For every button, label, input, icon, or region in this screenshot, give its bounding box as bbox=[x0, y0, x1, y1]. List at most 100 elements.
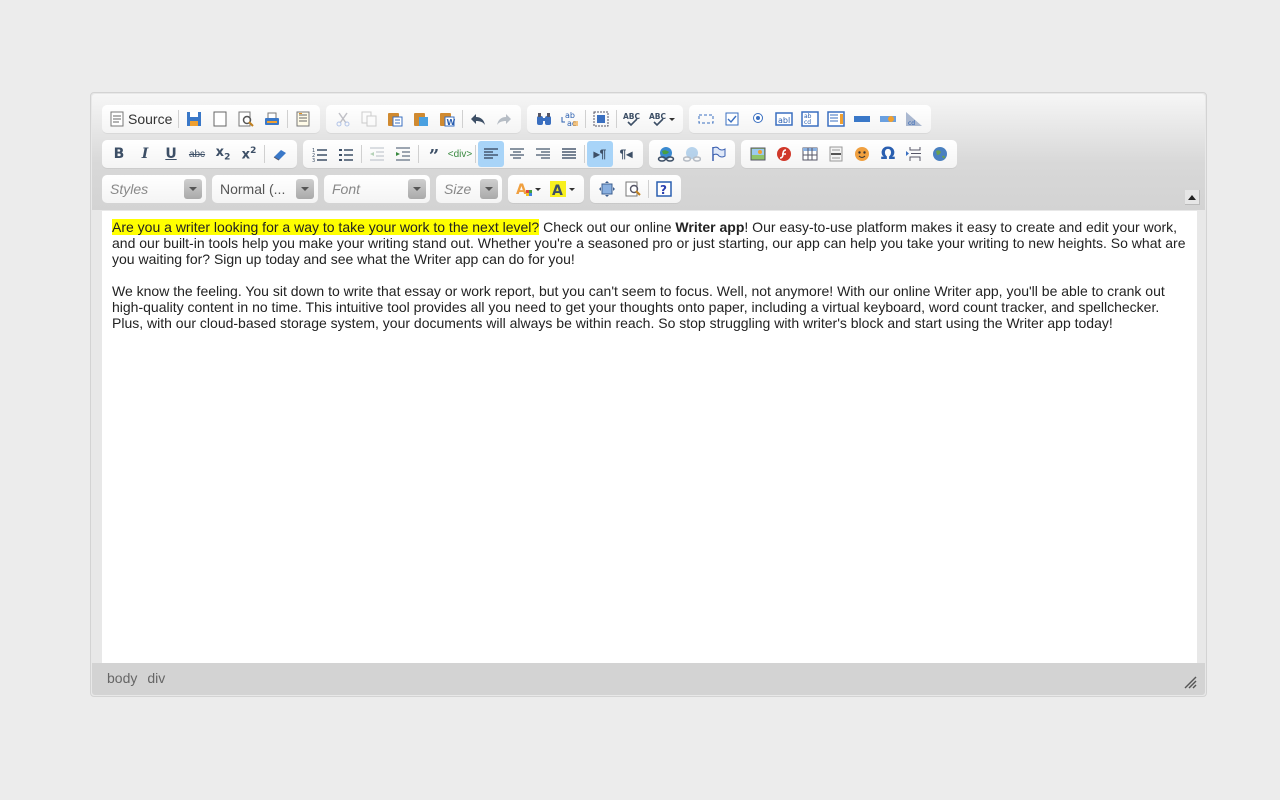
paste-text-icon bbox=[413, 111, 429, 127]
select-all-button[interactable] bbox=[588, 106, 614, 132]
spellcheck-auto-icon: ABC bbox=[649, 111, 676, 127]
link-button[interactable] bbox=[653, 141, 679, 167]
checkbox-button[interactable] bbox=[719, 106, 745, 132]
text-field-button[interactable]: abl bbox=[771, 106, 797, 132]
horizontal-line-button[interactable] bbox=[823, 141, 849, 167]
collapse-toolbar-button[interactable] bbox=[1185, 190, 1200, 205]
editor-content[interactable]: Are you a writer looking for a way to ta… bbox=[102, 211, 1197, 663]
hidden-field-icon: cd bbox=[905, 111, 923, 127]
select-button[interactable] bbox=[823, 106, 849, 132]
omega-icon: Ω bbox=[880, 144, 896, 164]
new-page-icon bbox=[213, 111, 227, 127]
anchor-button[interactable] bbox=[705, 141, 731, 167]
maximize-button[interactable] bbox=[594, 176, 620, 202]
replace-button[interactable]: ab ac bbox=[557, 106, 583, 132]
cut-button[interactable] bbox=[330, 106, 356, 132]
separator bbox=[584, 145, 585, 163]
underline-button[interactable]: U bbox=[158, 141, 184, 167]
align-left-icon bbox=[483, 146, 499, 162]
justify-icon bbox=[561, 146, 577, 162]
smiley-button[interactable] bbox=[849, 141, 875, 167]
numbered-list-button[interactable]: 123 bbox=[307, 141, 333, 167]
path-item-body[interactable]: body bbox=[107, 670, 137, 686]
save-button[interactable] bbox=[181, 106, 207, 132]
paste-button[interactable] bbox=[382, 106, 408, 132]
text-color-button[interactable]: A bbox=[512, 176, 546, 202]
text-direction-rtl-button[interactable]: ¶◂ bbox=[613, 141, 639, 167]
bulleted-list-button[interactable] bbox=[333, 141, 359, 167]
resize-handle[interactable] bbox=[1183, 675, 1197, 689]
form-button[interactable] bbox=[693, 106, 719, 132]
templates-button[interactable] bbox=[290, 106, 316, 132]
text: Check out our online bbox=[539, 219, 676, 235]
textarea-button[interactable]: ab cd bbox=[797, 106, 823, 132]
superscript-icon: x2 bbox=[241, 145, 257, 163]
strike-button[interactable]: abc bbox=[184, 141, 210, 167]
text-direction-ltr-button[interactable]: ▸¶ bbox=[587, 141, 613, 167]
copy-icon bbox=[361, 111, 377, 127]
outdent-button[interactable] bbox=[364, 141, 390, 167]
font-dropdown[interactable]: Font bbox=[324, 175, 430, 203]
new-page-button[interactable] bbox=[207, 106, 233, 132]
bold-button[interactable]: B bbox=[106, 141, 132, 167]
radio-button[interactable] bbox=[745, 106, 771, 132]
table-button[interactable] bbox=[797, 141, 823, 167]
image-button[interactable] bbox=[745, 141, 771, 167]
toolbar-group-colors: A A bbox=[508, 175, 584, 203]
remove-format-button[interactable] bbox=[267, 141, 293, 167]
subscript-icon: x2 bbox=[215, 145, 231, 163]
undo-button[interactable] bbox=[465, 106, 491, 132]
separator bbox=[287, 110, 289, 128]
button-button[interactable] bbox=[849, 106, 875, 132]
align-right-button[interactable] bbox=[530, 141, 556, 167]
align-center-button[interactable] bbox=[504, 141, 530, 167]
styles-dropdown[interactable]: Styles bbox=[102, 175, 206, 203]
separator bbox=[462, 110, 464, 128]
italic-button[interactable]: I bbox=[132, 141, 158, 167]
print-button[interactable] bbox=[259, 106, 285, 132]
toolbar-row-1: Source W ab ac ABC ABC abl ab cd cd bbox=[102, 105, 932, 135]
superscript-button[interactable]: x2 bbox=[236, 141, 262, 167]
flash-button[interactable] bbox=[771, 141, 797, 167]
size-dropdown[interactable]: Size bbox=[436, 175, 502, 203]
align-center-icon bbox=[509, 146, 525, 162]
page-break-button[interactable] bbox=[901, 141, 927, 167]
special-char-button[interactable]: Ω bbox=[875, 141, 901, 167]
button-icon bbox=[853, 111, 871, 127]
svg-text:?: ? bbox=[660, 183, 667, 197]
align-left-button[interactable] bbox=[478, 141, 504, 167]
binoculars-icon bbox=[536, 111, 552, 127]
indent-button[interactable] bbox=[390, 141, 416, 167]
path-item-div[interactable]: div bbox=[147, 670, 165, 686]
toolbar-group-tools: ? bbox=[590, 175, 681, 203]
show-blocks-button[interactable] bbox=[620, 176, 646, 202]
iframe-button[interactable] bbox=[927, 141, 953, 167]
flash-icon bbox=[776, 146, 792, 162]
paste-text-button[interactable] bbox=[408, 106, 434, 132]
paste-word-icon: W bbox=[439, 111, 455, 127]
image-button-button[interactable] bbox=[875, 106, 901, 132]
unlink-button[interactable] bbox=[679, 141, 705, 167]
find-button[interactable] bbox=[531, 106, 557, 132]
spellcheck-as-you-type-button[interactable]: ABC bbox=[645, 106, 679, 132]
bold-icon: B bbox=[113, 146, 125, 162]
background-color-button[interactable]: A bbox=[546, 176, 580, 202]
size-placeholder: Size bbox=[444, 181, 472, 197]
div-icon: <div> bbox=[447, 148, 473, 160]
spellcheck-button[interactable]: ABC bbox=[619, 106, 645, 132]
about-button[interactable]: ? bbox=[651, 176, 677, 202]
blockquote-button[interactable]: ” bbox=[421, 141, 447, 167]
source-button[interactable]: Source bbox=[106, 106, 176, 132]
hidden-field-button[interactable]: cd bbox=[901, 106, 927, 132]
create-div-button[interactable]: <div> bbox=[447, 141, 473, 167]
quote-icon: ” bbox=[428, 146, 440, 167]
bold-text: Writer app bbox=[675, 219, 745, 235]
underline-icon: U bbox=[165, 146, 177, 162]
justify-button[interactable] bbox=[556, 141, 582, 167]
format-dropdown[interactable]: Normal (... bbox=[212, 175, 318, 203]
paste-from-word-button[interactable]: W bbox=[434, 106, 460, 132]
subscript-button[interactable]: x2 bbox=[210, 141, 236, 167]
preview-button[interactable] bbox=[233, 106, 259, 132]
redo-button[interactable] bbox=[491, 106, 517, 132]
copy-button[interactable] bbox=[356, 106, 382, 132]
